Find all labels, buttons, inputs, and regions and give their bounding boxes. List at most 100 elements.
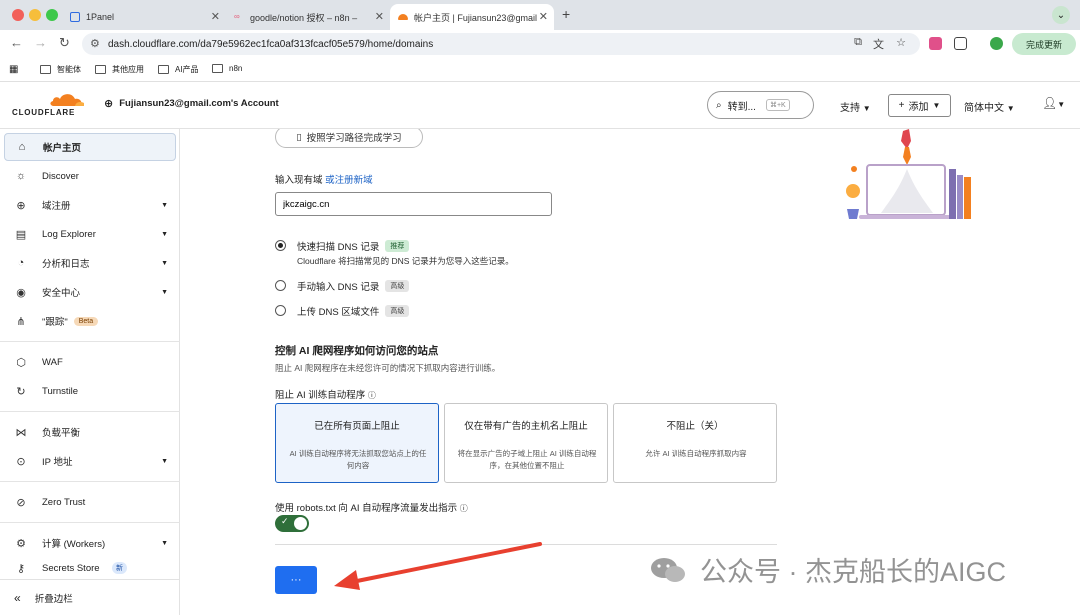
reload-icon[interactable]: ↻ [59, 35, 70, 51]
sidebar-item-load-balancing[interactable]: ⋈ 负载平衡 [4, 418, 176, 446]
browser-tab-n8n[interactable]: ∞ goodle/notion 授权 – n8n – ✕ [226, 4, 390, 30]
sidebar-item-analytics[interactable]: ◔ 分析和日志 ▼ [4, 249, 176, 277]
watermark-text: 公众号 · 杰克船长的AIGC [700, 557, 1007, 587]
bookmark-folder[interactable]: 其他应用 [95, 64, 144, 75]
info-icon[interactable]: ⓘ [368, 391, 376, 400]
goto-search-button[interactable]: ⌕ 转到... ⌘+K [707, 91, 814, 119]
browser-tab-cloudflare[interactable]: 帐户主页 | Fujiansun23@gmail ✕ [390, 4, 554, 30]
card-block-ads-hosts[interactable]: 仅在带有广告的主机名上阻止 将在显示广告的子域上阻止 AI 训练自动程序，在其他… [444, 403, 608, 483]
sidebar-item-domain-registration[interactable]: ⊕ 域注册 ▼ [4, 191, 176, 219]
radio-quick-scan[interactable] [275, 240, 286, 251]
sidebar-item-label: 负载平衡 [42, 428, 81, 439]
collapse-sidebar-button[interactable]: « 折叠边栏 [0, 579, 180, 615]
browser-tab-bar: 1Panel ✕ ∞ goodle/notion 授权 – n8n – ✕ 帐户… [0, 0, 1080, 30]
bookmark-folder[interactable]: n8n [212, 64, 242, 73]
sidebar-divider [0, 522, 180, 523]
radio-upload-zone[interactable] [275, 305, 286, 316]
sidebar-item-ip-address[interactable]: ⊙ IP 地址 ▼ [4, 447, 176, 475]
language-menu[interactable]: 简体中文 ▼ [964, 99, 1015, 114]
option-manual-dns[interactable]: 手动输入 DNS 记录 高级 [297, 279, 410, 293]
card-block-all-pages[interactable]: 已在所有页面上阻止 AI 训练自动程序将无法抓取您站点上的任何内容 [275, 403, 439, 483]
learning-path-button[interactable]: ▯ 按照学习路径完成学习 [275, 129, 423, 148]
bookmark-folder[interactable]: AI产品 [158, 64, 199, 75]
profile-avatar-icon[interactable] [990, 37, 1003, 50]
account-switcher[interactable]: ⊕ Fujiansun23@gmail.com's Account [104, 97, 279, 110]
chart-icon: ◔ [17, 257, 25, 269]
card-do-not-block[interactable]: 不阻止（关） 允许 AI 训练自动程序抓取内容 [613, 403, 777, 483]
n8n-icon: ∞ [234, 12, 240, 21]
close-window-icon[interactable] [12, 9, 24, 21]
bookmark-label: 其他应用 [112, 65, 144, 74]
sidebar-item-label: 帐户主页 [43, 143, 82, 154]
sidebar-item-label: Secrets Store [42, 562, 100, 574]
cloudflare-favicon-icon [398, 14, 408, 20]
address-bar[interactable]: ⚙ dash.cloudflare.com/da79e5962ec1fca0af… [82, 33, 920, 55]
search-icon: ⌕ [716, 99, 722, 111]
register-domain-link[interactable]: 或注册新域 [325, 175, 373, 186]
rocket-laptop-illustration [846, 129, 971, 219]
radio-manual-dns[interactable] [275, 280, 286, 291]
update-button[interactable]: 完成更新 [1012, 33, 1076, 55]
close-tab-icon[interactable]: ✕ [211, 10, 220, 23]
secrets-icon: ⚷ [16, 562, 26, 575]
advanced-tag: 高级 [385, 305, 410, 317]
option-label: 上传 DNS 区域文件 [297, 307, 380, 318]
sidebar-item-account-home[interactable]: ⌂ 帐户主页 [4, 133, 176, 161]
support-menu[interactable]: 支持 ▼ [840, 99, 871, 114]
bookmarks-bar: ▦ 智能体 其他应用 AI产品 n8n [0, 58, 1080, 82]
support-label: 支持 [840, 103, 860, 114]
tab-title: 帐户主页 | Fujiansun23@gmail [414, 12, 538, 23]
maximize-window-icon[interactable] [46, 9, 58, 21]
caret-down-icon: ▼ [862, 104, 871, 113]
sidebar-divider [0, 411, 180, 412]
annotation-arrow [334, 542, 542, 590]
wechat-icon [651, 557, 685, 582]
translate-icon[interactable]: 文 [873, 36, 884, 52]
install-app-icon[interactable]: ⧉ [854, 36, 862, 49]
robots-toggle[interactable]: ✓ [275, 515, 309, 532]
sidebar-item-security-center[interactable]: ◉ 安全中心 ▼ [4, 278, 176, 306]
zerotrust-icon: ⊘ [16, 496, 26, 509]
close-tab-icon[interactable]: ✕ [375, 10, 384, 23]
new-tab-icon[interactable]: + [562, 6, 570, 22]
globe-icon: ⊕ [16, 199, 26, 212]
sidebar-item-label: Turnstile [42, 385, 79, 397]
sidebar-item-discover[interactable]: ☼ Discover [4, 162, 176, 190]
option-quick-scan[interactable]: 快速扫描 DNS 记录 推荐 [297, 239, 410, 253]
bookmark-label: AI产品 [175, 65, 199, 74]
back-arrow-icon[interactable]: ← [10, 35, 23, 50]
bookmark-folder[interactable]: 智能体 [40, 64, 81, 75]
option-upload-zone[interactable]: 上传 DNS 区域文件 高级 [297, 304, 410, 318]
new-badge: 新 [112, 562, 127, 574]
sidebar-item-secrets-store[interactable]: ⚷ Secrets Store 新 [4, 557, 176, 579]
site-info-icon[interactable]: ⚙ [90, 37, 100, 50]
minimize-window-icon[interactable] [29, 9, 41, 21]
apps-grid-icon[interactable]: ▦ [9, 64, 18, 75]
bookmark-star-icon[interactable]: ☆ [896, 36, 906, 49]
plus-icon: + [898, 100, 905, 111]
sidebar-item-waf[interactable]: ⬡ WAF [4, 348, 176, 376]
sidebar-item-trace[interactable]: ⋔ "跟踪" Beta [4, 307, 176, 335]
add-button[interactable]: + 添加 ▼ [888, 94, 951, 117]
sidebar-item-zero-trust[interactable]: ⊘ Zero Trust [4, 488, 176, 516]
advanced-tag: 高级 [385, 280, 410, 292]
sidebar-item-compute-workers[interactable]: ⚙ 计算 (Workers) ▼ [4, 529, 176, 557]
browser-tab-1panel[interactable]: 1Panel ✕ [62, 4, 226, 30]
sidebar-item-label: 安全中心 [42, 288, 81, 299]
sidebar-divider [0, 341, 180, 342]
cloudflare-logo-icon[interactable] [48, 91, 86, 107]
folder-icon [95, 65, 106, 74]
info-icon[interactable]: ⓘ [460, 504, 468, 513]
sidebar-item-log-explorer[interactable]: ▤ Log Explorer ▼ [4, 220, 176, 248]
continue-button[interactable]: ··· [275, 566, 317, 594]
domain-input[interactable] [275, 192, 552, 216]
extension-icon[interactable] [929, 37, 942, 50]
user-menu[interactable]: 👤︎▼ [1042, 96, 1065, 110]
sidebar-item-turnstile[interactable]: ↻ Turnstile [4, 377, 176, 405]
forward-arrow-icon[interactable]: → [34, 35, 47, 50]
close-tab-icon[interactable]: ✕ [539, 10, 548, 23]
globe-icon: ⊕ [104, 98, 114, 110]
extensions-puzzle-icon[interactable] [954, 37, 967, 50]
tab-search-chevron-icon[interactable]: ⌄ [1052, 6, 1070, 24]
sidebar-item-label: WAF [42, 356, 63, 368]
